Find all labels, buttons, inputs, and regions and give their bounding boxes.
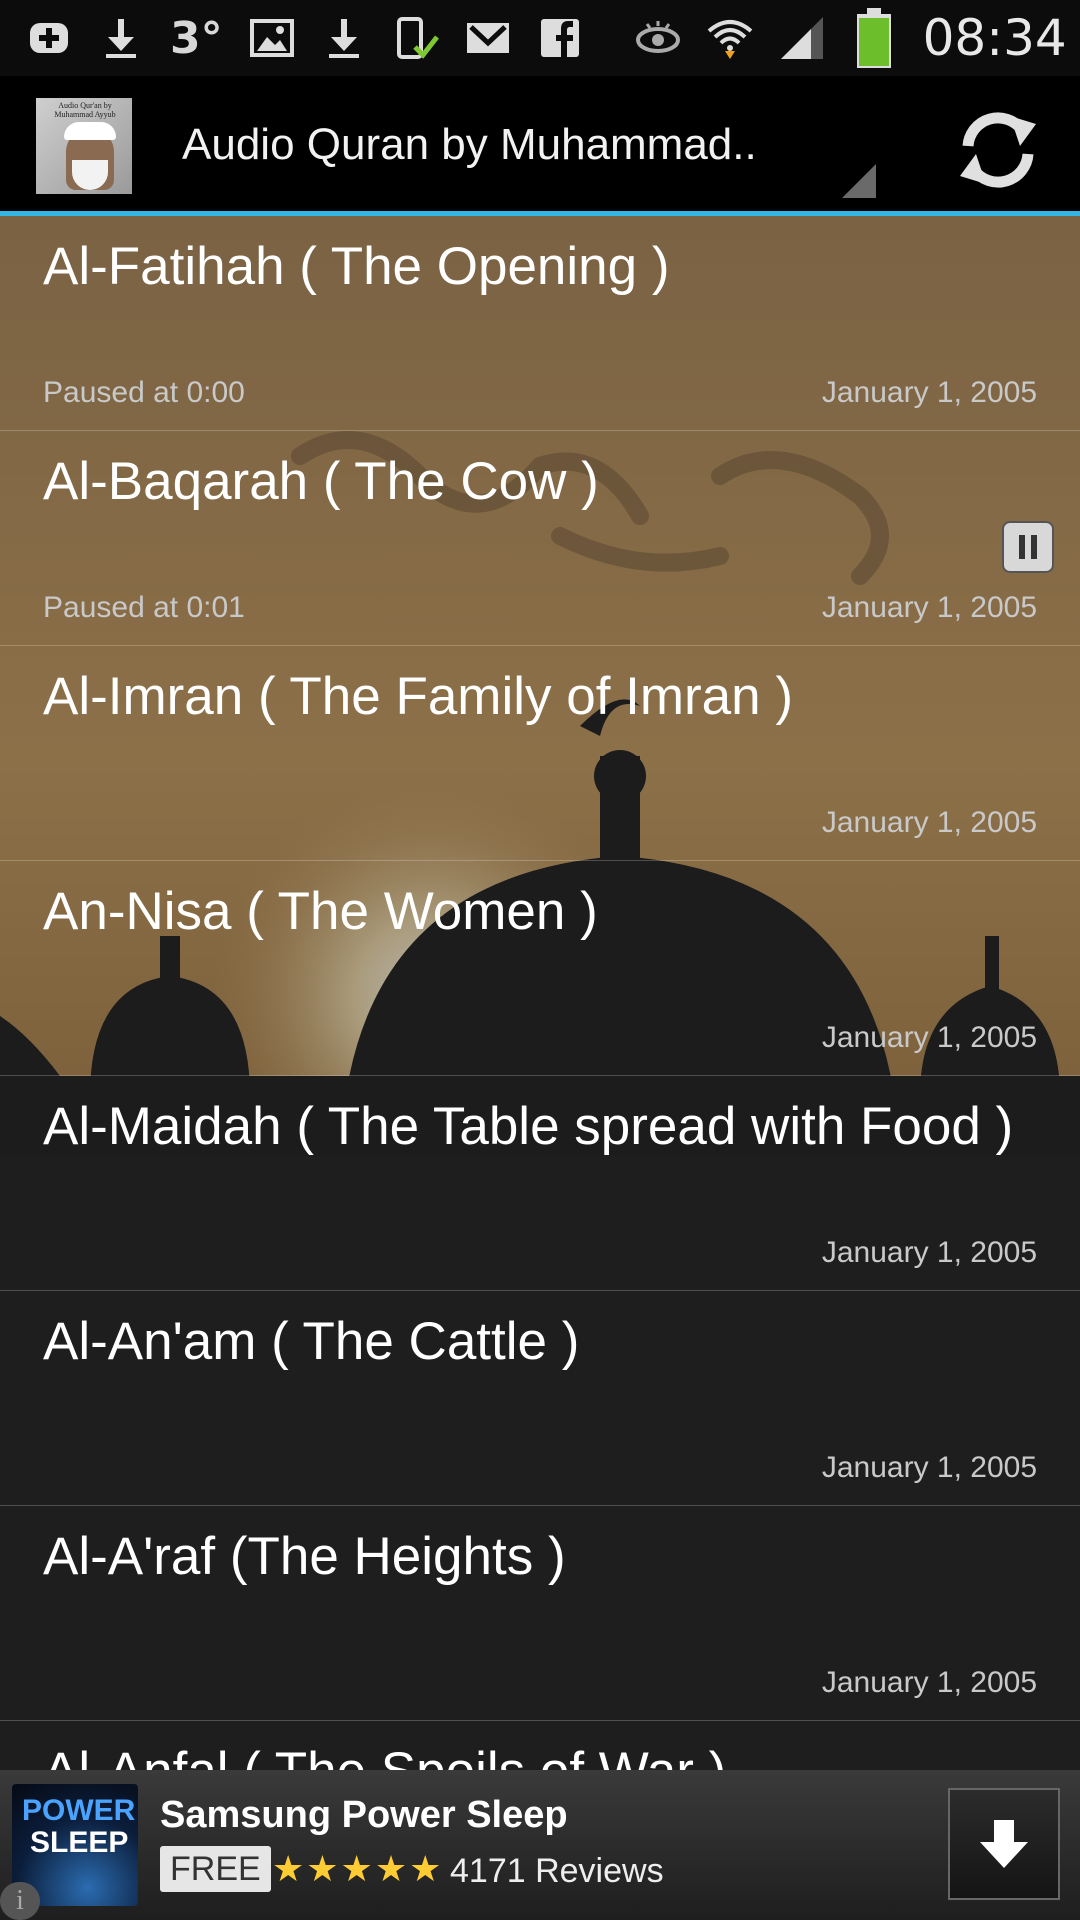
ad-info-icon[interactable]: i: [0, 1882, 40, 1920]
temperature: 3°: [170, 12, 223, 64]
app-icon[interactable]: Audio Qur'an by Muhammad Ayyub: [36, 98, 132, 194]
download-icon: [321, 15, 367, 61]
status-bar: 3° 08:34: [0, 0, 1080, 76]
ad-icon-text: SLEEP: [30, 1826, 129, 1859]
refresh-icon: [960, 112, 1036, 188]
app-title-spinner[interactable]: Audio Quran by Muhammad..: [182, 120, 802, 170]
surah-title: An-Nisa ( The Women ): [43, 882, 598, 941]
surah-title: Al-An'am ( The Cattle ): [43, 1312, 580, 1371]
facebook-icon: [537, 15, 583, 61]
surah-list[interactable]: Al-Fatihah ( The Opening ) Paused at 0:0…: [0, 216, 1080, 1770]
list-item[interactable]: Al-Imran ( The Family of Imran ) January…: [0, 646, 1080, 861]
image-icon: [249, 15, 295, 61]
signal-icon: [779, 15, 825, 61]
ad-review-count: 4171 Reviews: [450, 1852, 664, 1890]
battery-icon: [851, 8, 897, 68]
clock: 08:34: [922, 9, 1067, 67]
surah-date: January 1, 2005: [821, 1666, 1037, 1699]
list-item[interactable]: Al-Baqarah ( The Cow ) Paused at 0:01 Ja…: [0, 431, 1080, 646]
app-icon-caption: Audio Qur'an by Muhammad Ayyub: [54, 101, 116, 119]
refresh-button[interactable]: [950, 106, 1046, 194]
list-item[interactable]: Al-Maidah ( The Table spread with Food )…: [0, 1076, 1080, 1291]
list-item[interactable]: Al-Fatihah ( The Opening ) Paused at 0:0…: [0, 216, 1080, 431]
ad-price-badge: FREE: [160, 1846, 271, 1892]
surah-title: Al-Anfal ( The Spoils of War ): [43, 1741, 726, 1770]
surah-title: Al-Baqarah ( The Cow ): [43, 452, 599, 511]
rating-stars-icon: ★★★★★: [272, 1848, 444, 1889]
ad-title: Samsung Power Sleep: [160, 1794, 568, 1836]
gmail-icon: [465, 15, 511, 61]
surah-title: Al-Maidah ( The Table spread with Food ): [43, 1097, 1014, 1156]
list-item[interactable]: Al-An'am ( The Cattle ) January 1, 2005: [0, 1291, 1080, 1506]
surah-date: January 1, 2005: [821, 1236, 1037, 1269]
playback-status: Paused at 0:00: [43, 376, 245, 409]
ad-download-button[interactable]: [948, 1788, 1060, 1900]
surah-title: Al-Imran ( The Family of Imran ): [43, 667, 793, 726]
list-item[interactable]: Al-Anfal ( The Spoils of War ): [0, 1721, 1080, 1770]
ad-banner[interactable]: POWER SLEEP i Samsung Power Sleep FREE ★…: [0, 1770, 1080, 1920]
surah-title: Al-Fatihah ( The Opening ): [43, 237, 670, 296]
surah-title: Al-A'raf (The Heights ): [43, 1527, 566, 1586]
list-item[interactable]: An-Nisa ( The Women ) January 1, 2005: [0, 861, 1080, 1076]
surah-date: January 1, 2005: [821, 806, 1037, 839]
pause-button[interactable]: [1002, 521, 1054, 573]
surah-date: January 1, 2005: [821, 1451, 1037, 1484]
playback-status: Paused at 0:01: [43, 591, 245, 624]
wifi-icon: [707, 15, 753, 61]
action-bar: Audio Qur'an by Muhammad Ayyub Audio Qur…: [0, 76, 1080, 216]
ad-icon-text: POWER: [22, 1794, 136, 1827]
surah-date: January 1, 2005: [821, 376, 1037, 409]
pause-icon: [1019, 535, 1025, 559]
phone-check-icon: [393, 15, 439, 61]
download-icon: [98, 15, 144, 61]
spinner-arrow-icon: [842, 164, 876, 198]
surah-date: January 1, 2005: [821, 1021, 1037, 1054]
plus-icon: [26, 15, 72, 61]
surah-date: January 1, 2005: [821, 591, 1037, 624]
eye-icon: [635, 15, 681, 61]
list-item[interactable]: Al-A'raf (The Heights ) January 1, 2005: [0, 1506, 1080, 1721]
download-arrow-icon: [980, 1820, 1028, 1868]
